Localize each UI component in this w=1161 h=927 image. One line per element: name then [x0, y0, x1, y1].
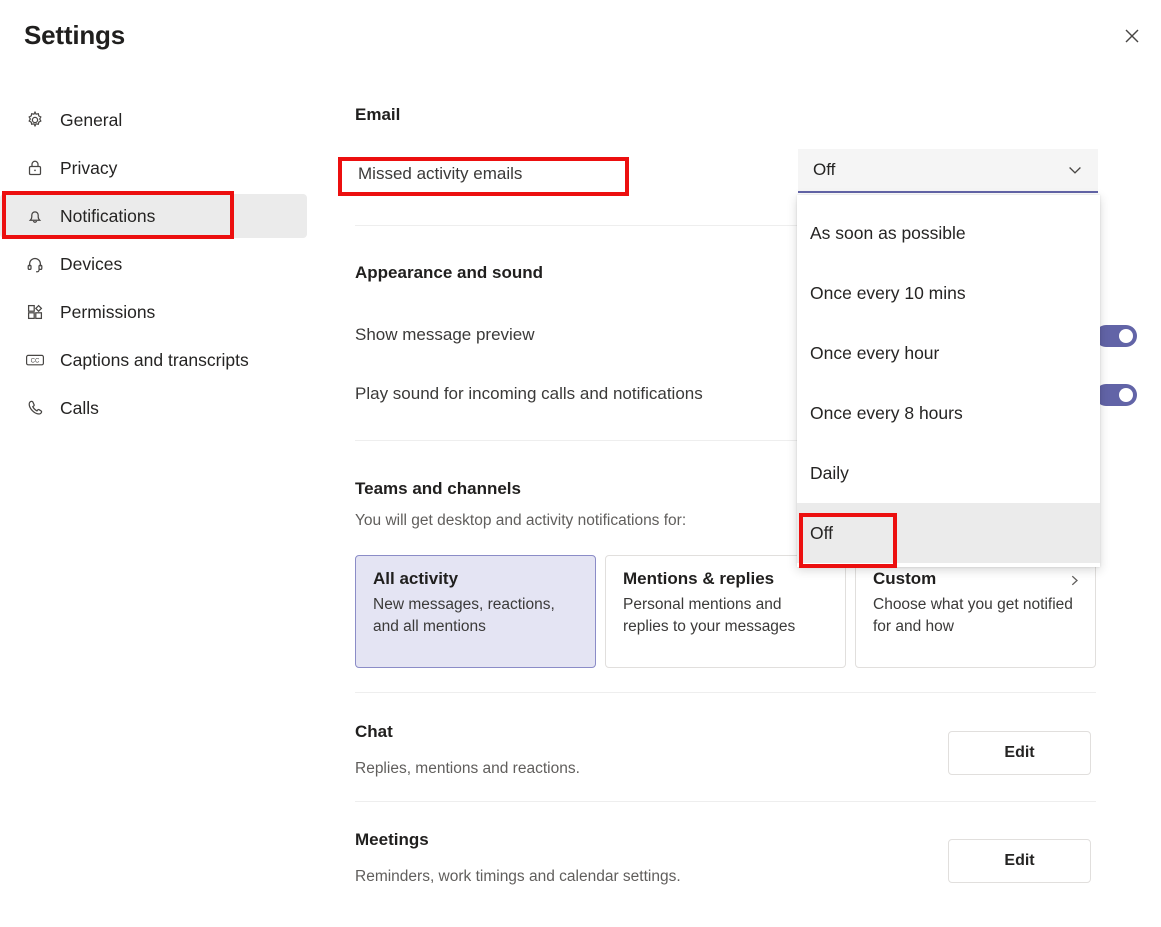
card-title: All activity: [373, 569, 459, 588]
closed-caption-icon: CC: [24, 349, 46, 371]
missed-activity-emails-label: Missed activity emails: [358, 164, 523, 183]
card-title: Mentions & replies: [623, 569, 775, 588]
dropdown-option-as-soon-as-possible[interactable]: As soon as possible: [797, 203, 1100, 263]
teams-channels-heading: Teams and channels: [355, 479, 521, 498]
chevron-down-icon: [1066, 161, 1084, 179]
sidebar-item-label: Notifications: [60, 205, 156, 226]
missed-activity-emails-dropdown[interactable]: Off: [798, 149, 1098, 193]
sidebar-item-privacy[interactable]: Privacy: [0, 146, 307, 190]
meetings-section-description: Reminders, work timings and calendar set…: [355, 868, 681, 885]
sidebar-item-permissions[interactable]: Permissions: [0, 290, 307, 334]
chevron-right-icon: [1068, 574, 1081, 592]
settings-sidebar: General Privacy Notifications Devices Pe…: [0, 98, 330, 434]
card-custom[interactable]: Custom Choose what you get notified for …: [855, 555, 1096, 668]
card-all-activity[interactable]: All activity New messages, reactions, an…: [355, 555, 596, 668]
sidebar-item-label: Captions and transcripts: [60, 349, 249, 370]
card-title: Custom: [873, 569, 937, 588]
chat-edit-button[interactable]: Edit: [948, 731, 1091, 775]
page-title: Settings: [24, 20, 125, 50]
chat-section-title: Chat: [355, 722, 393, 741]
phone-icon: [24, 397, 46, 419]
card-mentions-and-replies[interactable]: Mentions & replies Personal mentions and…: [605, 555, 846, 668]
close-button[interactable]: [1112, 16, 1152, 56]
settings-dialog: Settings General Privacy Notifications D…: [0, 0, 1161, 927]
sidebar-item-label: Calls: [60, 397, 99, 418]
sidebar-item-general[interactable]: General: [0, 98, 307, 142]
sidebar-item-devices[interactable]: Devices: [0, 242, 307, 286]
gear-icon: [24, 109, 46, 131]
teams-channels-subtitle: You will get desktop and activity notifi…: [355, 512, 687, 529]
lock-icon: [24, 157, 46, 179]
sidebar-item-label: Permissions: [60, 301, 156, 322]
bell-icon: [24, 205, 46, 227]
dropdown-selected-value: Off: [813, 160, 836, 179]
divider: [355, 692, 1096, 693]
sidebar-item-notifications[interactable]: Notifications: [0, 194, 307, 238]
sidebar-item-label: Devices: [60, 253, 123, 274]
show-message-preview-label: Show message preview: [355, 325, 535, 344]
dropdown-option-off[interactable]: Off: [797, 503, 1100, 563]
sidebar-item-calls[interactable]: Calls: [0, 386, 307, 430]
show-message-preview-toggle[interactable]: [1095, 325, 1137, 347]
dropdown-option-once-every-10-mins[interactable]: Once every 10 mins: [797, 263, 1100, 323]
dropdown-option-once-every-8-hours[interactable]: Once every 8 hours: [797, 383, 1100, 443]
dropdown-option-once-every-hour[interactable]: Once every hour: [797, 323, 1100, 383]
play-sound-label: Play sound for incoming calls and notifi…: [355, 384, 703, 403]
notification-option-cards: All activity New messages, reactions, an…: [355, 555, 1096, 668]
meetings-edit-button[interactable]: Edit: [948, 839, 1091, 883]
sidebar-item-captions-and-transcripts[interactable]: CC Captions and transcripts: [0, 338, 307, 382]
card-description: Personal mentions and replies to your me…: [623, 596, 796, 635]
sidebar-item-label: Privacy: [60, 157, 118, 178]
sidebar-item-label: General: [60, 109, 123, 130]
play-sound-toggle[interactable]: [1095, 384, 1137, 406]
permissions-icon: [24, 301, 46, 323]
card-description: New messages, reactions, and all mention…: [373, 596, 555, 635]
meetings-section-title: Meetings: [355, 830, 429, 849]
chat-section-description: Replies, mentions and reactions.: [355, 760, 580, 777]
email-section-heading: Email: [355, 105, 401, 124]
svg-text:CC: CC: [31, 358, 40, 365]
appearance-section-heading: Appearance and sound: [355, 263, 543, 282]
dropdown-option-daily[interactable]: Daily: [797, 443, 1100, 503]
missed-activity-emails-dropdown-list: As soon as possible Once every 10 mins O…: [797, 195, 1100, 567]
close-icon: [1122, 26, 1142, 46]
card-description: Choose what you get notified for and how: [873, 596, 1073, 635]
headset-icon: [24, 253, 46, 275]
divider: [355, 801, 1096, 802]
